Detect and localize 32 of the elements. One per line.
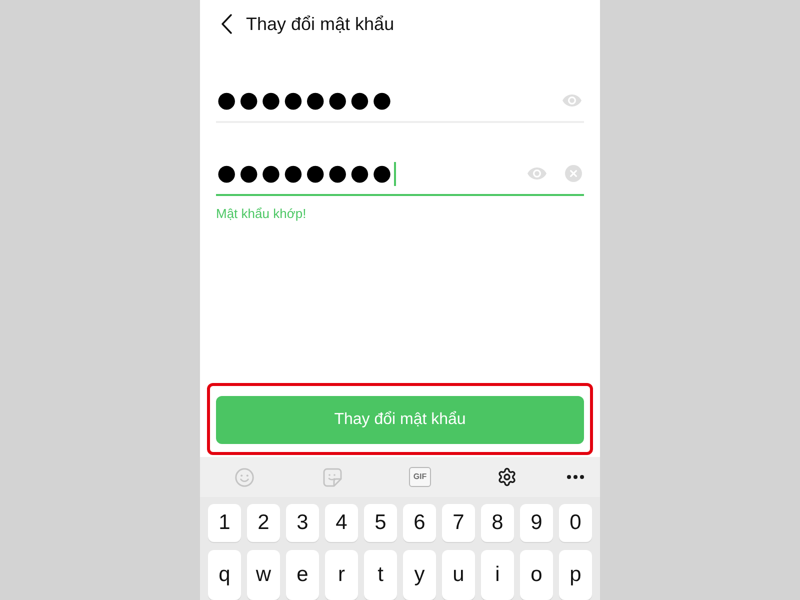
keyboard-key[interactable]: y xyxy=(403,550,436,600)
keyboard-key[interactable]: 3 xyxy=(286,504,319,542)
keyboard-key[interactable]: 4 xyxy=(325,504,358,542)
keyboard-key[interactable]: 0 xyxy=(559,504,592,542)
keyboard-key[interactable]: 5 xyxy=(364,504,397,542)
keyboard-key[interactable]: 8 xyxy=(481,504,514,542)
keyboard-key[interactable]: r xyxy=(325,550,358,600)
eye-icon[interactable] xyxy=(562,94,582,107)
match-message: Mật khẩu khớp! xyxy=(216,206,306,222)
keyboard-key[interactable]: 1 xyxy=(208,504,241,542)
back-icon[interactable] xyxy=(220,14,232,34)
keyboard-key[interactable]: 2 xyxy=(247,504,280,542)
clear-icon[interactable] xyxy=(565,165,582,182)
keyboard-key[interactable]: u xyxy=(442,550,475,600)
keyboard-key[interactable]: 7 xyxy=(442,504,475,542)
keyboard-key[interactable]: w xyxy=(247,550,280,600)
password-value: ●●●●●●●● xyxy=(217,90,395,112)
page-title: Thay đổi mật khẩu xyxy=(246,12,394,36)
keyboard-key[interactable]: q xyxy=(208,550,241,600)
keyboard-key[interactable]: o xyxy=(520,550,553,600)
password-field[interactable]: ●●●●●●●● xyxy=(216,153,584,196)
more-icon[interactable] xyxy=(566,475,584,479)
settings-icon[interactable] xyxy=(497,467,517,487)
eye-icon[interactable] xyxy=(527,167,547,180)
keyboard-key[interactable]: t xyxy=(364,550,397,600)
keyboard-key[interactable]: 6 xyxy=(403,504,436,542)
keyboard-key[interactable]: e xyxy=(286,550,319,600)
keyboard-key[interactable]: i xyxy=(481,550,514,600)
keyboard-key[interactable]: 9 xyxy=(520,504,553,542)
password-field[interactable]: ●●●●●●●● xyxy=(216,80,584,123)
password-value: ●●●●●●●● xyxy=(217,162,395,184)
keyboard-key[interactable]: p xyxy=(559,550,592,600)
